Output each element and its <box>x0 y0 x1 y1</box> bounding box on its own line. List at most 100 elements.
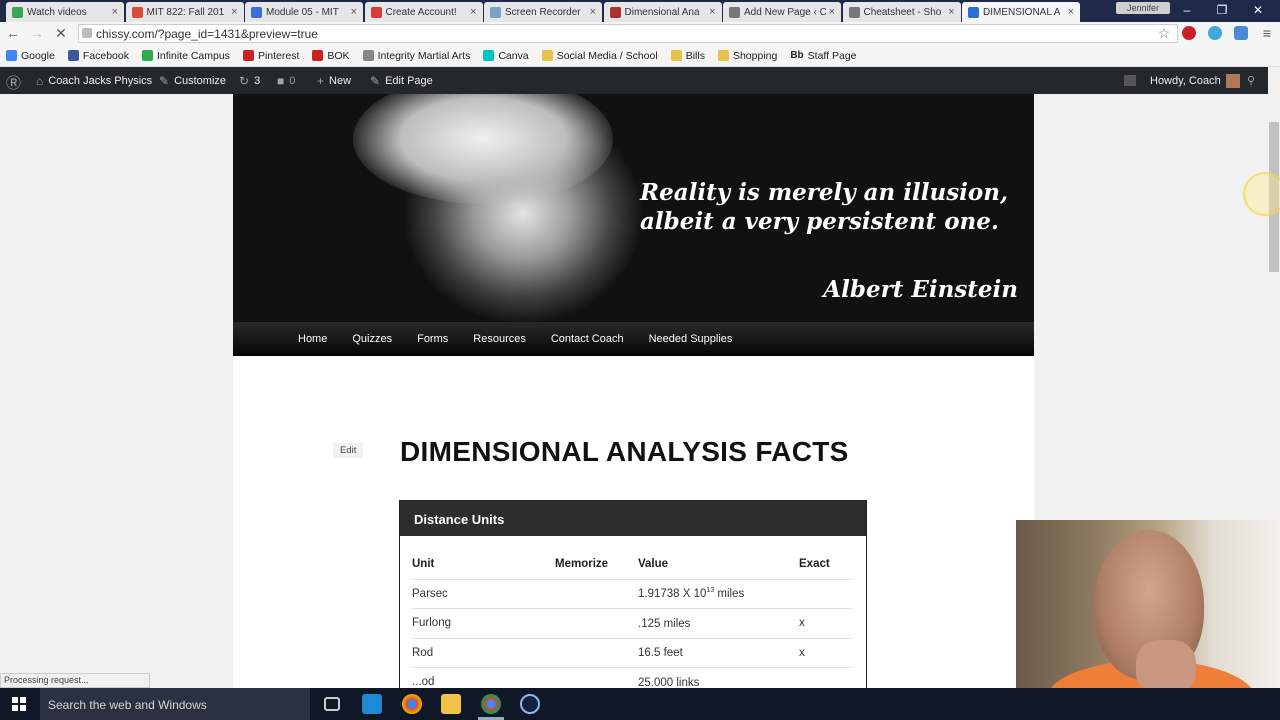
windows-start-icon[interactable] <box>12 697 26 711</box>
menu-icon[interactable]: ≡ <box>1258 25 1276 41</box>
address-toolbar: ← → ✕ chissy.com/?page_id=1431&preview=t… <box>0 22 1280 45</box>
tab-close-icon[interactable]: × <box>228 6 237 18</box>
extension-icon-2[interactable] <box>1234 26 1248 40</box>
close-window-icon[interactable]: ✕ <box>1243 3 1273 17</box>
quote-attribution: Albert Einstein <box>823 276 1018 303</box>
bookmark-item[interactable]: BOK <box>312 50 350 62</box>
bookmark-item[interactable]: Pinterest <box>242 49 300 62</box>
minimize-icon[interactable]: – <box>1172 3 1202 17</box>
browser-tab-strip: Watch videos × MIT 822: Fall 201 × Module 05… <box>0 0 1280 22</box>
extension-icon[interactable] <box>1208 26 1222 40</box>
restore-icon[interactable]: ❐ <box>1207 3 1237 17</box>
browser-tab[interactable]: MIT 822: Fall 201 × <box>125 2 244 22</box>
browser-tab[interactable]: Dimensional Ana × <box>603 2 722 22</box>
tab-label: MIT 822: Fall 201 <box>146 6 225 18</box>
bookmark-icon <box>141 50 153 61</box>
nav-link[interactable]: Resources <box>473 333 526 345</box>
updates-link[interactable]: ↻ 3 <box>239 74 260 88</box>
bookmark-icon <box>6 50 17 61</box>
bookmark-star-icon[interactable]: ☆ <box>1155 25 1173 42</box>
bookmark-item[interactable]: Canva <box>483 50 529 62</box>
tab-close-icon[interactable]: × <box>826 6 835 18</box>
tab-close-icon[interactable]: × <box>348 6 357 18</box>
bookmark-item[interactable]: Shopping <box>717 50 777 62</box>
page-icon <box>82 28 92 38</box>
howdy-label: Howdy, Coach <box>1150 75 1221 87</box>
chrome-icon[interactable] <box>402 694 422 714</box>
file-explorer-icon[interactable] <box>441 694 461 714</box>
customize-link[interactable]: ✎ Customize <box>159 74 226 88</box>
column-header: Value <box>638 549 799 580</box>
nav-link[interactable]: Forms <box>417 333 448 345</box>
bookmark-item[interactable]: Google <box>6 50 55 62</box>
new-content-link[interactable]: + New <box>317 74 351 88</box>
screen-recorder-icon[interactable] <box>520 694 540 714</box>
browser-tab[interactable]: Cheatsheet - Sho × <box>842 2 961 22</box>
updates-count: 3 <box>254 75 261 87</box>
value-suffix: miles <box>714 588 745 601</box>
nav-link[interactable]: Needed Supplies <box>649 333 733 345</box>
forward-icon[interactable]: → <box>28 25 46 41</box>
bookmark-icon <box>67 50 79 61</box>
value-text: .125 miles <box>638 617 691 630</box>
bookmark-item[interactable]: Infinite Campus <box>141 50 230 62</box>
column-header: Memorize <box>555 549 638 580</box>
profile-name[interactable]: Jennifer <box>1116 2 1170 14</box>
plus-icon: + <box>317 74 325 88</box>
browser-tab[interactable]: Screen Recorder × <box>484 2 602 22</box>
notification-icon[interactable] <box>1124 75 1136 86</box>
bookmark-item[interactable]: Facebook <box>67 49 129 62</box>
url-text[interactable]: chissy.com/?page_id=1431&preview=true <box>96 27 318 41</box>
memorize-cell <box>555 638 638 668</box>
browser-tab[interactable]: Watch videos × <box>6 2 124 22</box>
tab-close-icon[interactable]: × <box>945 6 954 18</box>
tab-close-icon[interactable]: × <box>1065 6 1074 18</box>
nav-link[interactable]: Quizzes <box>352 333 392 345</box>
browser-tab[interactable]: DIMENSIONAL A × <box>962 2 1080 22</box>
search-icon[interactable]: ⚲ <box>1247 74 1255 87</box>
bookmark-item[interactable]: Integrity Martial Arts <box>362 50 470 62</box>
value-cell: .125 miles <box>638 608 799 639</box>
tab-close-icon[interactable]: × <box>109 6 118 18</box>
browser-tab[interactable]: Create Account! × <box>364 2 483 22</box>
taskbar-search[interactable]: Search the web and Windows <box>40 688 310 720</box>
stop-loading-icon[interactable]: ✕ <box>52 25 70 42</box>
comments-count: 0 <box>289 75 296 87</box>
unit-cell: Parsec <box>412 579 555 609</box>
quote-line-2: albeit a very persistent one. <box>640 208 999 235</box>
edit-page-link[interactable]: ✎ Edit Page <box>370 74 433 88</box>
status-bar: Processing request... <box>0 673 150 688</box>
tab-label: Cheatsheet - Sho <box>863 6 942 18</box>
browser-tab[interactable]: Add New Page ‹ C × <box>723 2 841 22</box>
account-menu[interactable]: Howdy, Coach <box>1150 74 1240 88</box>
bookmark-icon <box>670 50 682 61</box>
comments-link[interactable]: ■ 0 <box>277 74 295 88</box>
home-icon: ⌂ <box>36 74 44 88</box>
task-view-icon[interactable] <box>324 697 340 711</box>
bookmark-label: Pinterest <box>257 49 300 62</box>
value-cell: 1.91738 X 1013 miles <box>638 579 799 609</box>
tab-label: Dimensional Ana <box>624 6 700 18</box>
chrome-active-icon[interactable] <box>481 694 501 714</box>
bookmark-item[interactable]: Bills <box>670 50 705 62</box>
site-name: Coach Jacks Physics <box>48 75 153 87</box>
back-icon[interactable]: ← <box>4 25 22 41</box>
tab-close-icon[interactable]: × <box>706 6 715 18</box>
bookmark-label: Staff Page <box>807 49 857 62</box>
nav-link[interactable]: Contact Coach <box>551 333 624 345</box>
site-name-link[interactable]: ⌂ Coach Jacks Physics <box>36 74 152 88</box>
store-icon[interactable] <box>362 694 382 714</box>
nav-link[interactable]: Home <box>298 333 327 345</box>
edit-link[interactable]: Edit <box>333 443 364 458</box>
pinterest-extension-icon[interactable] <box>1182 26 1196 40</box>
bookmark-label: Facebook <box>82 49 129 62</box>
bookmark-item[interactable]: Social Media / School <box>541 50 658 62</box>
bookmark-item[interactable]: Bb Staff Page <box>790 50 856 62</box>
browser-tab[interactable]: Module 05 - MIT × <box>245 2 363 22</box>
tab-close-icon[interactable]: × <box>467 6 476 18</box>
tab-close-icon[interactable]: × <box>587 6 596 18</box>
tab-label: Watch videos <box>27 6 87 18</box>
value-text: 16.5 feet <box>638 647 683 660</box>
bookmark-icon <box>717 50 729 61</box>
wordpress-logo-icon[interactable]: Ⓡ <box>6 72 21 93</box>
